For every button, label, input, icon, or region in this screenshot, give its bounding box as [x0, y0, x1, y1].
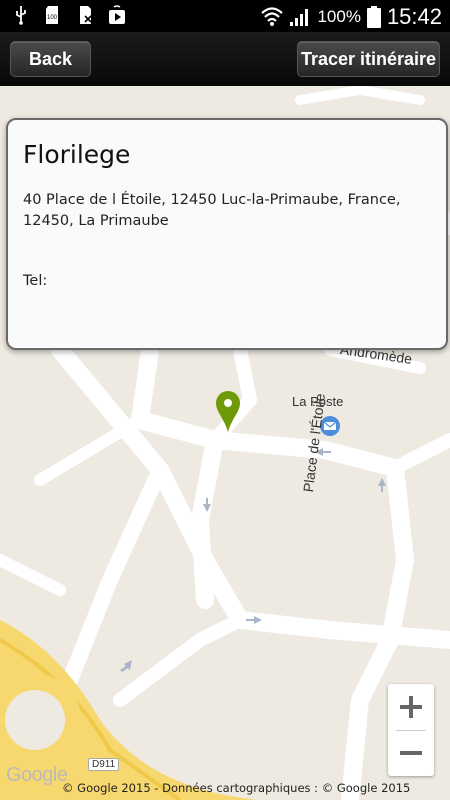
zoom-in-button[interactable]	[388, 684, 434, 730]
place-address: 40 Place de l Étoile, 12450 Luc-la-Prima…	[23, 192, 401, 229]
svg-text:100: 100	[47, 15, 58, 21]
action-bar: Back Tracer itinéraire	[0, 32, 450, 86]
map-attribution[interactable]: © Google 2015 - Données cartographiques …	[62, 781, 410, 795]
no-sim-icon	[80, 6, 92, 24]
place-tel: Tel:	[23, 273, 48, 289]
status-bar: 100 100% 15:42	[0, 0, 450, 32]
zoom-controls	[388, 684, 434, 776]
plus-icon	[400, 696, 422, 718]
place-title: Florilege	[23, 140, 131, 169]
trace-route-button[interactable]: Tracer itinéraire	[297, 41, 440, 77]
battery-icon	[366, 6, 381, 28]
google-logo: Google	[6, 764, 68, 786]
signal-icon	[290, 9, 309, 26]
usb-icon	[16, 6, 26, 25]
battery-percent: 100%	[317, 7, 361, 26]
clock: 15:42	[386, 4, 442, 29]
road-badge-d911: D911	[88, 758, 120, 771]
wifi-icon	[261, 7, 284, 26]
back-button[interactable]: Back	[10, 41, 91, 77]
system-icons: 100% 15:42	[261, 4, 442, 30]
sd-card-icon: 100	[46, 6, 58, 24]
notification-icons: 100	[12, 5, 126, 25]
play-store-icon	[109, 5, 125, 24]
minus-icon	[400, 751, 422, 755]
zoom-out-button[interactable]	[388, 730, 434, 776]
info-window[interactable]: Florilege 40 Place de l Étoile, 12450 Lu…	[6, 118, 448, 350]
